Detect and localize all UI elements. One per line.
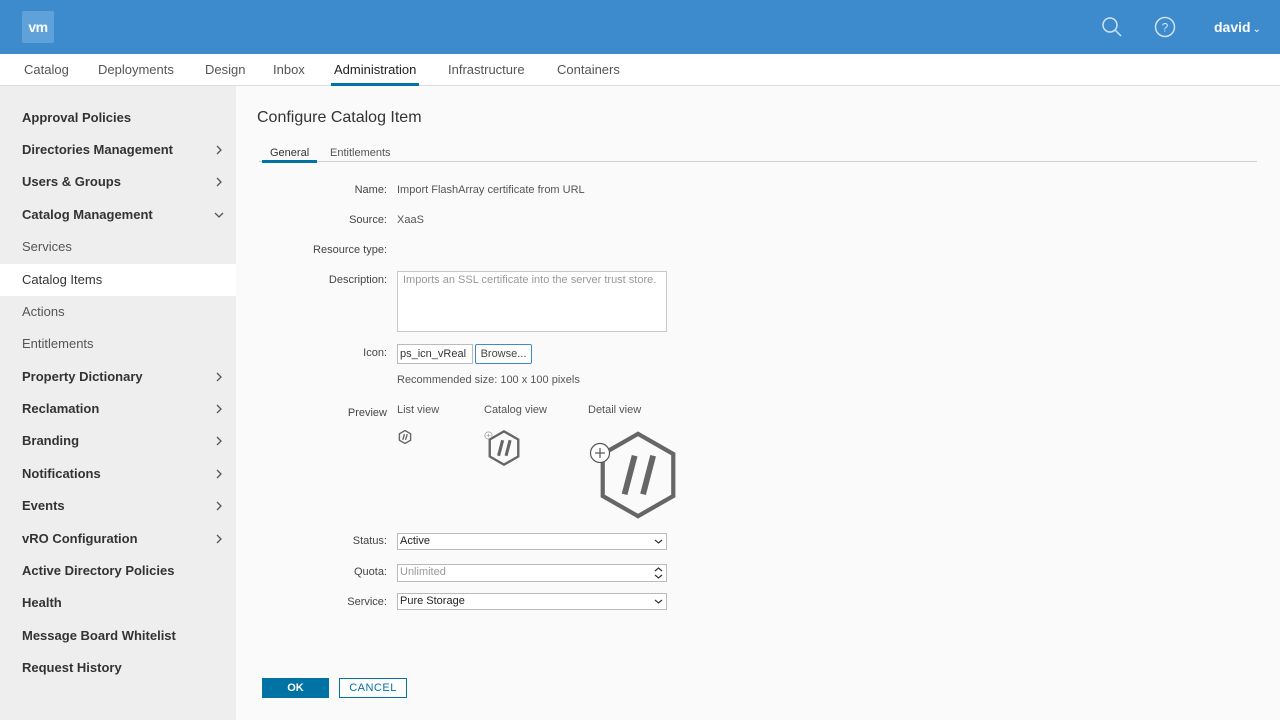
preview-detail-view-label: Detail view <box>588 404 642 416</box>
source-label: Source: <box>349 214 387 226</box>
tab-deployments[interactable]: Deployments <box>98 54 174 86</box>
sidebar-item-request-history[interactable]: Request History <box>0 652 236 684</box>
tab-administration[interactable]: Administration <box>331 54 420 86</box>
quota-label: Quota: <box>353 566 387 578</box>
page-title: Configure Catalog Item <box>257 109 422 126</box>
search-icon[interactable] <box>1100 15 1124 39</box>
app-header: vm ? david ⌄ <box>0 0 1280 54</box>
sidebar-item-label: Branding <box>22 433 80 448</box>
recommended-size-note: Recommended size: 100 x 100 pixels <box>397 374 580 386</box>
chevron-right-icon <box>216 372 222 382</box>
sidebar-item-label: Actions <box>22 304 65 319</box>
sidebar-item-label: Active Directory Policies <box>22 563 175 578</box>
sidebar-item-notifications[interactable]: Notifications <box>0 458 236 490</box>
tab-catalog[interactable]: Catalog <box>24 54 69 86</box>
main-content: Configure Catalog Item General Entitleme… <box>236 86 1280 720</box>
tab-entitlements[interactable]: Entitlements <box>330 147 391 163</box>
chevron-right-icon <box>216 501 222 511</box>
spinner-arrows-icon[interactable] <box>654 566 663 580</box>
sidebar-item-directories-management[interactable]: Directories Management <box>0 134 236 166</box>
svg-text:?: ? <box>1162 21 1169 35</box>
chevron-down-icon: ⌄ <box>1252 24 1261 35</box>
sidebar-item-label: Catalog Management <box>22 207 153 222</box>
sidebar-item-health[interactable]: Health <box>0 587 236 619</box>
vmware-logo[interactable]: vm <box>22 11 54 43</box>
sidebar-item-label: vRO Configuration <box>22 531 138 546</box>
sidebar-item-events[interactable]: Events <box>0 490 236 522</box>
sidebar-item-catalog-management[interactable]: Catalog Management <box>0 199 236 231</box>
sidebar-item-branding[interactable]: Branding <box>0 425 236 457</box>
icon-label: Icon: <box>363 347 387 359</box>
sidebar-item-label: Approval Policies <box>22 110 132 125</box>
status-value: Active <box>400 535 430 547</box>
sidebar-item-label: Request History <box>22 660 122 675</box>
preview-list-view-label: List view <box>397 404 440 416</box>
chevron-down-icon <box>654 599 663 604</box>
service-label: Service: <box>347 596 387 608</box>
browse-button[interactable]: Browse... <box>475 344 532 364</box>
user-menu[interactable]: david ⌄ <box>1214 19 1261 35</box>
sidebar-item-label: Users & Groups <box>22 174 121 189</box>
tab-infrastructure[interactable]: Infrastructure <box>448 54 525 86</box>
name-label: Name: <box>354 184 387 196</box>
sidebar-item-label: Reclamation <box>22 401 100 416</box>
quota-stepper[interactable]: Unlimited <box>397 564 667 582</box>
ok-button[interactable]: OK <box>262 678 329 698</box>
sidebar-item-label: Catalog Items <box>22 272 103 287</box>
status-select[interactable]: Active <box>397 533 667 550</box>
sidebar-item-approval-policies[interactable]: Approval Policies <box>0 102 236 134</box>
name-value: Import FlashArray certificate from URL <box>397 184 585 196</box>
sidebar-item-active-directory-policies[interactable]: Active Directory Policies <box>0 555 236 587</box>
sidebar-item-message-board-whitelist[interactable]: Message Board Whitelist <box>0 620 236 652</box>
service-value: Pure Storage <box>400 595 465 607</box>
service-select[interactable]: Pure Storage <box>397 593 667 610</box>
top-nav: Catalog Deployments Design Inbox Adminis… <box>0 54 1280 86</box>
chevron-right-icon <box>216 436 222 446</box>
chevron-right-icon <box>216 404 222 414</box>
resource-type-label: Resource type: <box>313 244 387 256</box>
description-field[interactable]: Imports an SSL certificate into the serv… <box>397 271 667 332</box>
sidebar-item-reclamation[interactable]: Reclamation <box>0 393 236 425</box>
pure-storage-list-icon <box>398 430 412 444</box>
cancel-button[interactable]: CANCEL <box>339 678 407 698</box>
help-icon[interactable]: ? <box>1153 15 1177 39</box>
chevron-right-icon <box>216 469 222 479</box>
status-label: Status: <box>352 535 387 547</box>
sidebar-item-users-groups[interactable]: Users & Groups <box>0 166 236 198</box>
tab-inbox[interactable]: Inbox <box>273 54 305 86</box>
icon-file-input[interactable]: ps_icn_vReal <box>397 344 473 364</box>
description-label: Description: <box>328 274 387 286</box>
quota-placeholder: Unlimited <box>400 566 446 578</box>
sidebar: Approval Policies Directories Management… <box>0 86 236 720</box>
add-icon[interactable] <box>589 442 611 464</box>
sidebar-item-label: Message Board Whitelist <box>22 628 176 643</box>
tab-design[interactable]: Design <box>205 54 245 86</box>
tab-general[interactable]: General <box>262 147 318 163</box>
sidebar-item-label: Entitlements <box>22 336 94 351</box>
sidebar-item-services[interactable]: Services <box>0 231 236 263</box>
sidebar-item-vro-configuration[interactable]: vRO Configuration <box>0 523 236 555</box>
chevron-down-icon <box>654 539 663 544</box>
pure-storage-catalog-icon <box>488 430 520 466</box>
sidebar-item-label: Directories Management <box>22 142 173 157</box>
sidebar-item-entitlements[interactable]: Entitlements <box>0 328 236 360</box>
chevron-right-icon <box>216 145 222 155</box>
sidebar-item-label: Health <box>22 595 62 610</box>
preview-catalog-view-label: Catalog view <box>484 404 547 416</box>
user-name: david <box>1214 19 1251 35</box>
sidebar-item-label: Services <box>22 239 72 254</box>
sidebar-item-catalog-items[interactable]: Catalog Items <box>0 264 236 296</box>
preview-label: Preview <box>347 407 387 419</box>
chevron-right-icon <box>216 534 222 544</box>
sidebar-item-label: Events <box>22 498 65 513</box>
sidebar-item-label: Notifications <box>22 466 101 481</box>
source-value: XaaS <box>397 214 424 226</box>
subtabs: General Entitlements <box>259 144 1257 163</box>
sidebar-item-label: Property Dictionary <box>22 369 143 384</box>
sidebar-item-actions[interactable]: Actions <box>0 296 236 328</box>
sidebar-item-property-dictionary[interactable]: Property Dictionary <box>0 361 236 393</box>
chevron-right-icon <box>216 177 222 187</box>
chevron-down-icon <box>214 212 224 218</box>
tab-containers[interactable]: Containers <box>557 54 620 86</box>
